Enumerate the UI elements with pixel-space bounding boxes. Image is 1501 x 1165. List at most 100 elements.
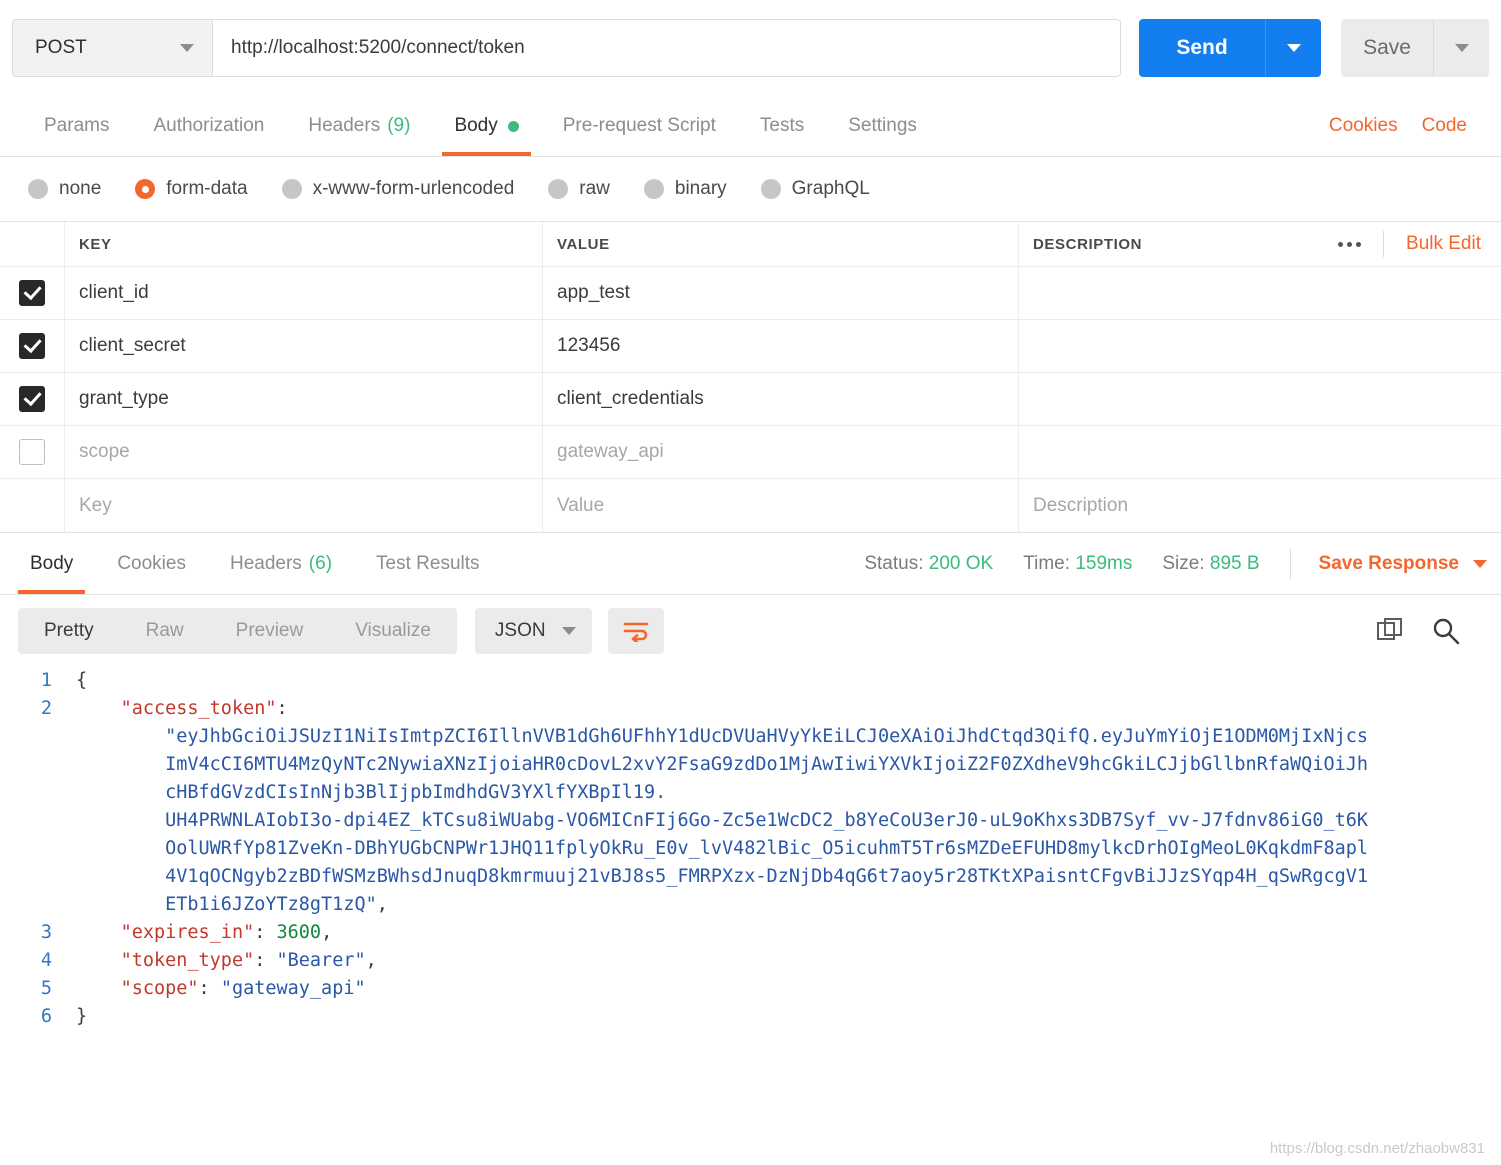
line-number: 5: [40, 978, 52, 999]
body-type-x-www-form-urlencoded[interactable]: x-www-form-urlencoded: [281, 178, 514, 200]
row-value[interactable]: gateway_api: [543, 426, 1019, 478]
tab-body[interactable]: Body: [432, 96, 540, 156]
tab-authorization[interactable]: Authorization: [131, 96, 286, 156]
view-mode-raw[interactable]: Raw: [120, 608, 210, 654]
tab-settings[interactable]: Settings: [826, 96, 939, 156]
view-mode-pretty[interactable]: Pretty: [18, 608, 120, 654]
radio-label: none: [59, 178, 102, 199]
line-number: 1: [40, 670, 52, 691]
tab-tests[interactable]: Tests: [738, 96, 826, 156]
save-response-label: Save Response: [1318, 552, 1459, 574]
row-checkbox-cell: [0, 373, 65, 425]
bulk-edit-button[interactable]: Bulk Edit: [1384, 233, 1501, 255]
send-options-button[interactable]: [1265, 19, 1321, 77]
tab-label: Headers: [308, 115, 381, 136]
response-meta: Status: 200 OK Time: 159ms Size: 895 B S…: [864, 533, 1501, 594]
row-value[interactable]: app_test: [543, 267, 1019, 319]
row-description[interactable]: [1019, 426, 1501, 478]
body-type-graphql[interactable]: GraphQL: [760, 178, 870, 200]
row-checkbox[interactable]: [19, 333, 45, 359]
request-url-bar: POST Send Save: [0, 0, 1501, 96]
send-button[interactable]: Send: [1139, 19, 1265, 77]
code-token: cHBfdGVzdCIsInNjb3BlIjpbImdhdGV3YXlfYXBp…: [165, 782, 667, 803]
row-description[interactable]: [1019, 373, 1501, 425]
radio-label: raw: [579, 178, 610, 199]
save-options-button[interactable]: [1433, 19, 1489, 77]
http-method-select[interactable]: POST: [12, 19, 212, 77]
line-number: [10, 835, 52, 863]
new-row-description-input[interactable]: Description: [1019, 479, 1501, 532]
tab-headers[interactable]: Headers (9): [286, 96, 432, 156]
row-checkbox[interactable]: [19, 386, 45, 412]
row-key[interactable]: scope: [65, 426, 543, 478]
code-line: "scope": "gateway_api": [76, 975, 1501, 1003]
line-number: 3: [40, 922, 52, 943]
table-row: client_secret 123456: [0, 320, 1501, 373]
url-input[interactable]: [212, 19, 1121, 77]
response-body-code[interactable]: 1 2 3 4 5 6 { "access_token": "eyJhbGciOiJSU…: [0, 667, 1501, 1031]
code-link[interactable]: Code: [1410, 96, 1479, 156]
code-line: "token_type": "Bearer",: [76, 947, 1501, 975]
code-token: :: [276, 698, 288, 719]
radio-selected-icon: [135, 179, 156, 199]
tab-badge: (9): [387, 115, 411, 136]
save-response-button[interactable]: Save Response: [1319, 553, 1487, 575]
save-button[interactable]: Save: [1341, 19, 1433, 77]
body-type-raw[interactable]: raw: [548, 178, 610, 200]
tab-label: Tests: [759, 115, 805, 136]
code-token: "token_type": [120, 950, 255, 971]
line-number: [10, 807, 52, 835]
response-tab-body[interactable]: Body: [8, 533, 95, 594]
row-description[interactable]: [1019, 320, 1501, 372]
tab-params[interactable]: Params: [22, 96, 131, 156]
status-label: Status:: [864, 552, 924, 574]
chevron-down-icon: [561, 627, 576, 635]
tab-pre-request-script[interactable]: Pre-request Script: [541, 96, 738, 156]
radio-icon: [643, 179, 664, 199]
header-description-cell: DESCRIPTION Bulk Edit: [1019, 222, 1501, 266]
body-type-form-data[interactable]: form-data: [135, 178, 248, 200]
new-row-key-input[interactable]: Key: [65, 479, 543, 532]
row-key[interactable]: client_secret: [65, 320, 543, 372]
tab-label: Body: [30, 552, 74, 574]
response-tab-cookies[interactable]: Cookies: [95, 533, 208, 594]
code-line: }: [76, 1003, 1501, 1031]
code-token: "gateway_api": [220, 978, 366, 999]
header-description: DESCRIPTION: [1033, 235, 1143, 253]
cookies-link[interactable]: Cookies: [1317, 96, 1410, 156]
line-number: [10, 891, 52, 919]
row-checkbox[interactable]: [19, 280, 45, 306]
row-value[interactable]: client_credentials: [543, 373, 1019, 425]
row-description[interactable]: [1019, 267, 1501, 319]
search-icon[interactable]: [1431, 616, 1461, 646]
row-checkbox[interactable]: [19, 439, 45, 465]
tab-badge: (6): [308, 552, 333, 574]
row-key[interactable]: grant_type: [65, 373, 543, 425]
response-format-select[interactable]: JSON: [474, 608, 592, 654]
row-key[interactable]: client_id: [65, 267, 543, 319]
radio-icon: [281, 179, 302, 199]
row-value[interactable]: 123456: [543, 320, 1019, 372]
more-options-icon[interactable]: [1316, 231, 1385, 257]
tab-label: Cookies: [117, 552, 186, 574]
response-tab-headers[interactable]: Headers (6): [208, 533, 354, 594]
size-meta: Size: 895 B: [1162, 553, 1259, 575]
new-row-value-input[interactable]: Value: [543, 479, 1019, 532]
copy-icon[interactable]: [1375, 616, 1405, 646]
response-tab-test-results[interactable]: Test Results: [354, 533, 501, 594]
save-button-group: Save: [1341, 19, 1489, 77]
code-content[interactable]: { "access_token": "eyJhbGciOiJSUzI1NiIsI…: [70, 667, 1501, 1031]
wrap-lines-button[interactable]: [607, 608, 664, 654]
wrap-lines-icon: [623, 622, 648, 642]
body-type-binary[interactable]: binary: [643, 178, 727, 200]
line-number: [10, 751, 52, 779]
view-mode-preview[interactable]: Preview: [210, 608, 330, 654]
code-token: ImV4cCI6MTU4MzQyNTc2NywiaXNzIjoiaHR0cDov…: [165, 754, 1369, 775]
line-number: [10, 779, 52, 807]
body-type-none[interactable]: none: [28, 178, 101, 200]
view-mode-visualize[interactable]: Visualize: [329, 608, 457, 654]
